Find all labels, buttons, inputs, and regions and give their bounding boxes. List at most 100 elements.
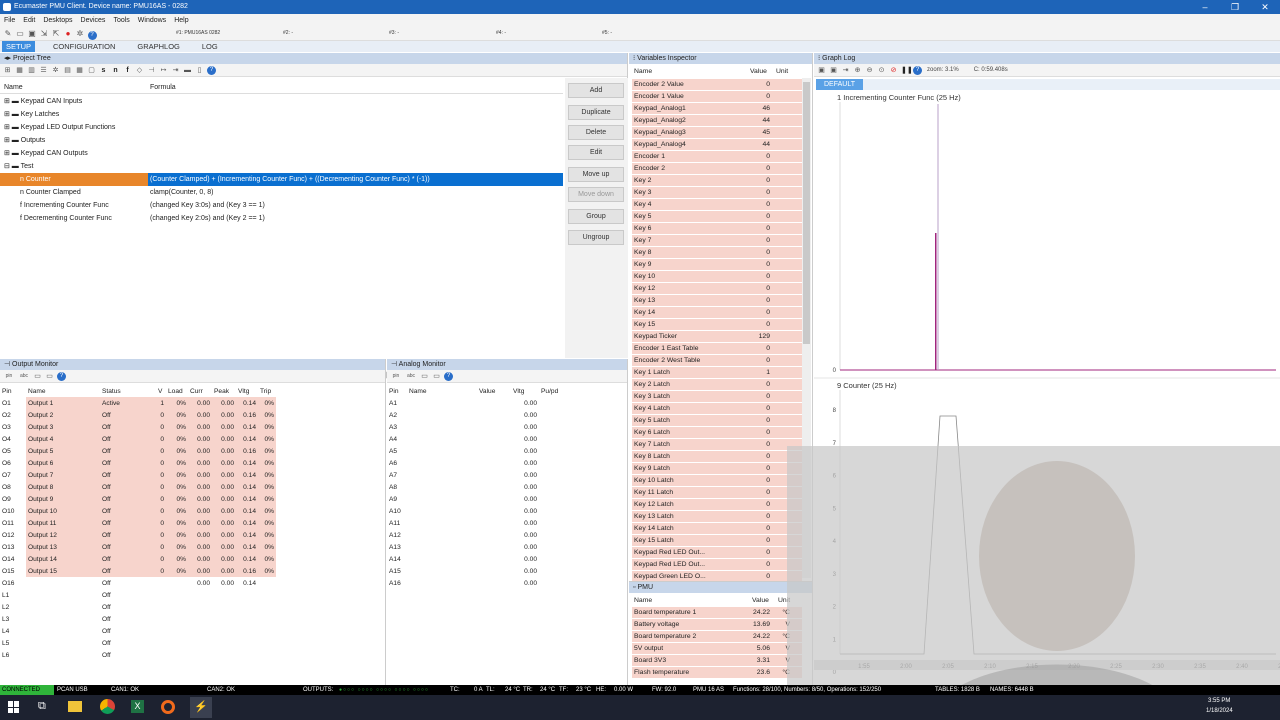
stop-icon[interactable]: ●: [63, 29, 73, 39]
tab-log[interactable]: LOG: [198, 41, 222, 52]
table-row[interactable]: A11 0.00: [387, 517, 579, 529]
column-header[interactable]: Vltg: [236, 385, 258, 397]
pin-toggle[interactable]: pin: [390, 372, 402, 381]
abc-toggle[interactable]: abc: [18, 372, 30, 381]
column-header[interactable]: Trip: [258, 385, 276, 397]
file-explorer-icon[interactable]: [68, 701, 82, 712]
table-row[interactable]: O10 Output 10 Off 0 0% 0.00 0.00 0.14 0%: [0, 505, 276, 517]
group-button[interactable]: Group: [568, 209, 624, 224]
variable-row[interactable]: Keypad_Analog4 44: [632, 139, 802, 150]
column-header[interactable]: Pin: [0, 385, 26, 397]
help-icon[interactable]: ?: [913, 65, 922, 75]
variable-row[interactable]: Keypad_Analog1 46: [632, 103, 802, 114]
zoom-out-icon[interactable]: ⊖: [865, 66, 874, 75]
write-icon[interactable]: ⇱: [51, 29, 61, 39]
variable-row[interactable]: Key 3 Latch 0: [632, 391, 802, 402]
table-row[interactable]: L1 Off: [0, 589, 276, 601]
function-letter-icon[interactable]: f: [123, 66, 132, 75]
variable-row[interactable]: Encoder 1 East Table 0: [632, 343, 802, 354]
table-row[interactable]: O8 Output 8 Off 0 0% 0.00 0.00 0.14 0%: [0, 481, 276, 493]
tree-row[interactable]: ⊞ ▬ Outputs: [0, 134, 563, 147]
help-icon[interactable]: ?: [57, 371, 66, 381]
help-icon[interactable]: ?: [444, 371, 453, 381]
search-app-icon[interactable]: [161, 700, 175, 714]
menu-file[interactable]: File: [4, 14, 15, 27]
variable-row[interactable]: Key 14 Latch 0: [632, 523, 802, 534]
variable-row[interactable]: Keypad Red LED Out... 0: [632, 559, 802, 570]
table-row[interactable]: O6 Output 6 Off 0 0% 0.00 0.00 0.14 0%: [0, 457, 276, 469]
table-row[interactable]: O7 Output 7 Off 0 0% 0.00 0.00 0.14 0%: [0, 469, 276, 481]
table-row[interactable]: L3 Off: [0, 613, 276, 625]
table-row[interactable]: L2 Off: [0, 601, 276, 613]
window-icon[interactable]: ▭: [420, 372, 429, 381]
table-row[interactable]: A3 0.00: [387, 421, 579, 433]
device-tab-2[interactable]: #2: -: [283, 30, 293, 36]
variable-row[interactable]: Keypad Red LED Out... 0: [632, 547, 802, 558]
arrow-icon[interactable]: ↦: [159, 66, 168, 75]
table-row[interactable]: A14 0.00: [387, 553, 579, 565]
export-icon[interactable]: ⇥: [841, 66, 850, 75]
table-icon[interactable]: ▦: [15, 66, 24, 75]
variable-row[interactable]: Key 2 0: [632, 175, 802, 186]
table-row[interactable]: A6 0.00: [387, 457, 579, 469]
ungroup-button[interactable]: Ungroup: [568, 230, 624, 245]
scrollbar-thumb[interactable]: [803, 82, 810, 344]
frame-icon[interactable]: ▢: [87, 66, 96, 75]
clock-date[interactable]: 1/18/2024: [1206, 708, 1233, 714]
menu-devices[interactable]: Devices: [81, 14, 106, 27]
variable-row[interactable]: Key 13 Latch 0: [632, 511, 802, 522]
table-row[interactable]: A1 0.00: [387, 397, 579, 409]
table-row[interactable]: A13 0.00: [387, 541, 579, 553]
menu-help[interactable]: Help: [174, 14, 188, 27]
variable-row[interactable]: Encoder 1 Value 0: [632, 91, 802, 102]
filter-icon[interactable]: ▤: [63, 66, 72, 75]
variable-row[interactable]: Key 10 0: [632, 271, 802, 282]
table-row[interactable]: A7 0.00: [387, 469, 579, 481]
task-view-icon[interactable]: ⧉: [38, 700, 46, 713]
table-row[interactable]: A4 0.00: [387, 433, 579, 445]
settings-icon[interactable]: ✲: [75, 29, 85, 39]
table-row[interactable]: L5 Off: [0, 637, 276, 649]
table-row[interactable]: L6 Off: [0, 649, 276, 661]
table-row[interactable]: A2 0.00: [387, 409, 579, 421]
maximize-button[interactable]: ❐: [1220, 0, 1250, 14]
tree-row[interactable]: n Counter Clamped clamp(Counter, 0, 8): [0, 186, 563, 199]
merge-icon[interactable]: ⇥: [171, 66, 180, 75]
table-row[interactable]: O15 Output 15 Off 0 0% 0.00 0.00 0.16 0%: [0, 565, 276, 577]
variable-row[interactable]: Key 8 Latch 0: [632, 451, 802, 462]
variable-row[interactable]: Key 7 Latch 0: [632, 439, 802, 450]
document-icon[interactable]: ▯: [195, 66, 204, 75]
pmu-row[interactable]: Flash temperature23.6°C: [632, 667, 802, 678]
column-name[interactable]: Name: [634, 66, 652, 78]
variable-row[interactable]: Key 11 Latch 0: [632, 487, 802, 498]
tree-row[interactable]: ⊞ ▬ Keypad CAN Outputs: [0, 147, 563, 160]
column-header[interactable]: Name: [26, 385, 100, 397]
variable-row[interactable]: Keypad Ticker 129: [632, 331, 802, 342]
tree-row[interactable]: ⊟ ▬ Test: [0, 160, 563, 173]
grid-icon[interactable]: ⊞: [3, 66, 12, 75]
variable-row[interactable]: Encoder 2 Value 0: [632, 79, 802, 90]
table-row[interactable]: O1 Output 1 Active 1 0% 0.00 0.00 0.14 0%: [0, 397, 276, 409]
switch-letter-icon[interactable]: s: [99, 66, 108, 75]
variable-row[interactable]: Key 5 Latch 0: [632, 415, 802, 426]
column-header[interactable]: Curr: [188, 385, 212, 397]
variable-row[interactable]: Key 2 Latch 0: [632, 379, 802, 390]
variable-row[interactable]: Key 1 Latch 1: [632, 367, 802, 378]
open-icon[interactable]: ▭: [15, 29, 25, 39]
menu-tools[interactable]: Tools: [113, 14, 129, 27]
column-header[interactable]: Peak: [212, 385, 236, 397]
column-header[interactable]: Load: [166, 385, 188, 397]
shield-icon[interactable]: ◇: [135, 66, 144, 75]
variable-row[interactable]: Key 6 Latch 0: [632, 427, 802, 438]
table-row[interactable]: A10 0.00: [387, 505, 579, 517]
table-row[interactable]: A5 0.00: [387, 445, 579, 457]
variable-row[interactable]: Key 15 Latch 0: [632, 535, 802, 546]
list-icon[interactable]: ☰: [39, 66, 48, 75]
device-tab-3[interactable]: #3: -: [389, 30, 399, 36]
device-tab-4[interactable]: #4: -: [496, 30, 506, 36]
tree-row[interactable]: f Incrementing Counter Func (changed Key …: [0, 199, 563, 212]
menu-windows[interactable]: Windows: [138, 14, 166, 27]
gear-icon[interactable]: ✲: [51, 66, 60, 75]
chrome-icon[interactable]: [100, 699, 115, 714]
start-icon[interactable]: [8, 701, 20, 713]
